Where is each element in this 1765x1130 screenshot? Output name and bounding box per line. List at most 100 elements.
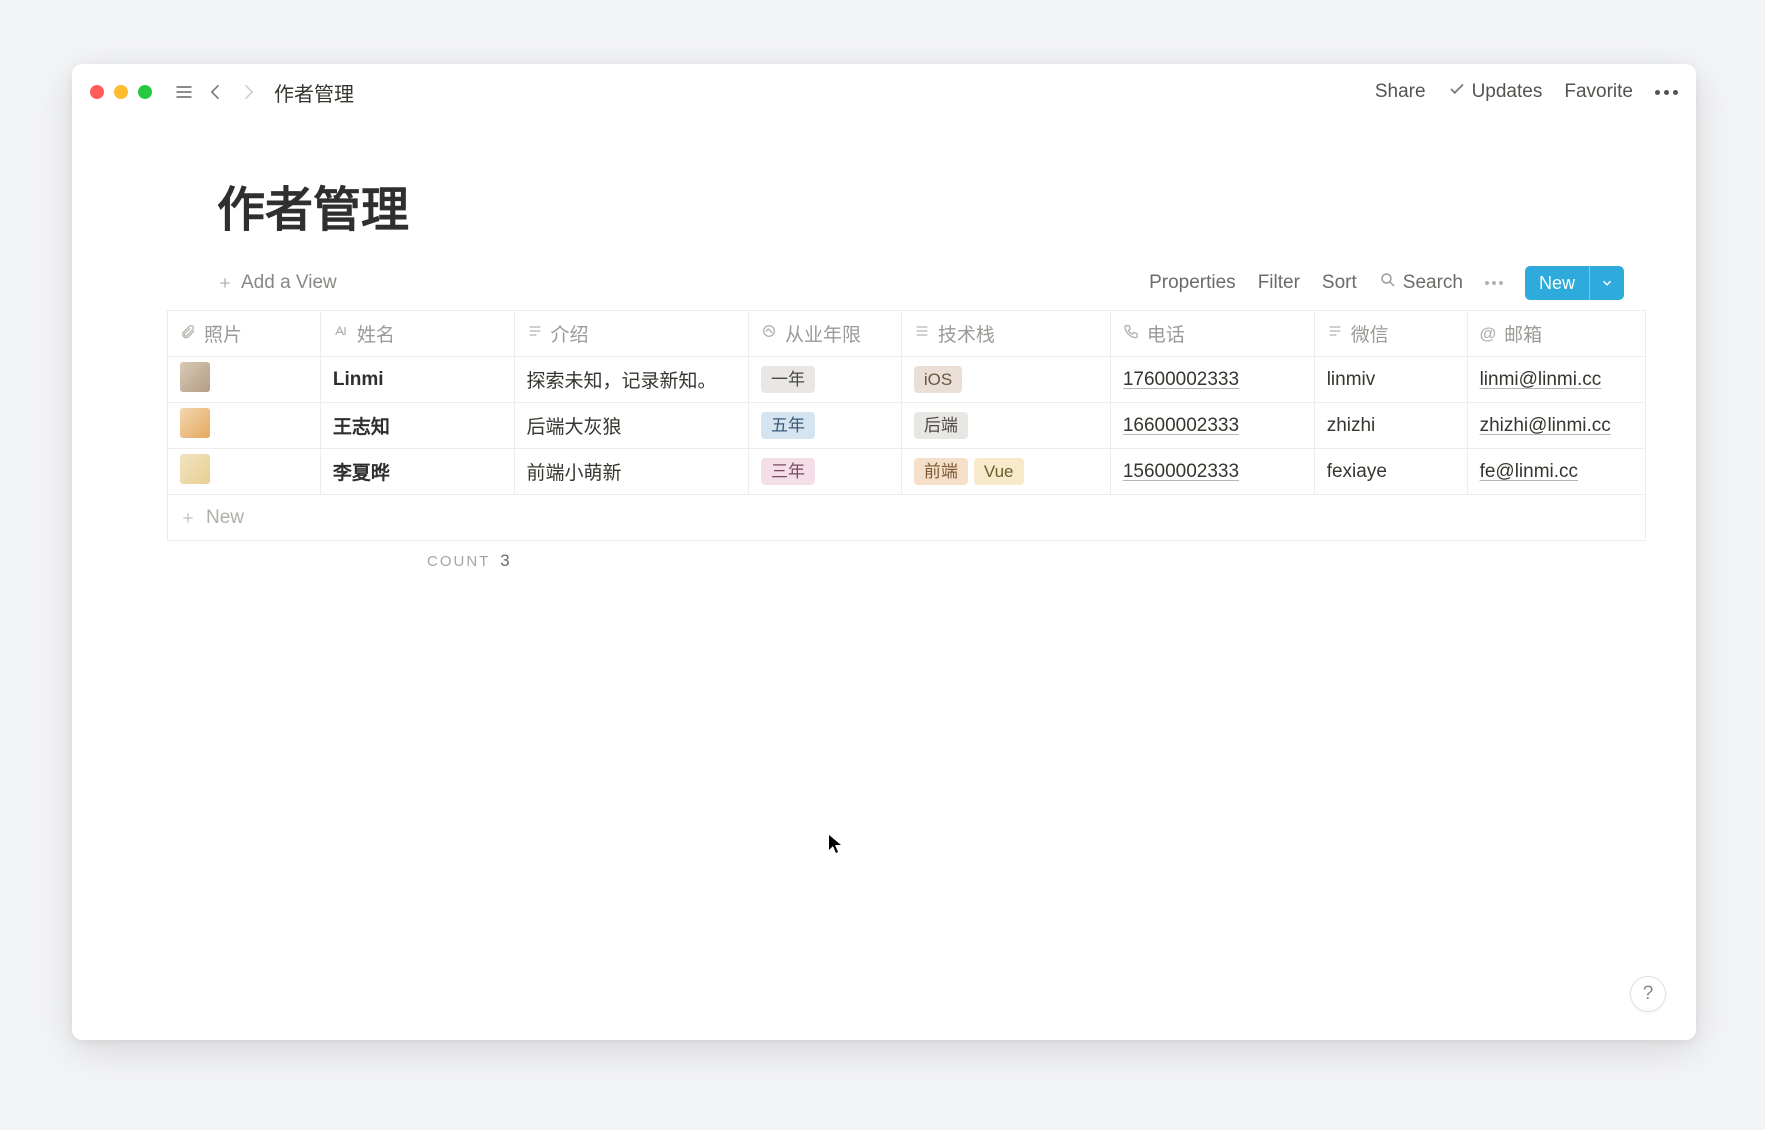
filter-button[interactable]: Filter	[1258, 272, 1300, 294]
column-label: 照片	[204, 320, 242, 347]
window-fullscreen-button[interactable]	[138, 85, 152, 99]
updates-button[interactable]: Updates	[1448, 80, 1543, 104]
column-header-name[interactable]: 姓名	[320, 311, 514, 357]
cell-intro[interactable]: 后端大灰狼	[514, 403, 748, 449]
count-label: COUNT	[427, 553, 490, 570]
search-label: Search	[1403, 272, 1463, 294]
column-label: 技术栈	[938, 320, 995, 347]
topbar: 作者管理 Share Updates Favorite	[72, 64, 1696, 120]
column-label: 姓名	[357, 320, 395, 347]
window-traffic-lights	[90, 85, 152, 99]
cursor-icon	[828, 834, 842, 854]
cell-years[interactable]: 三年	[748, 449, 901, 495]
multiselect-icon	[914, 323, 930, 345]
updates-label: Updates	[1472, 81, 1543, 103]
cell-stack[interactable]: 前端Vue	[901, 449, 1110, 495]
cell-stack[interactable]: 后端	[901, 403, 1110, 449]
avatar	[180, 454, 210, 484]
cell-wechat[interactable]: zhizhi	[1314, 403, 1467, 449]
tag: 后端	[914, 412, 968, 440]
title-icon	[333, 323, 349, 345]
app-window: 作者管理 Share Updates Favorite 作者管理 Add a V…	[72, 64, 1696, 1040]
tag: 前端	[914, 458, 968, 486]
favorite-button[interactable]: Favorite	[1564, 81, 1633, 103]
page-title: 作者管理	[72, 120, 1696, 266]
tag: iOS	[914, 366, 962, 394]
search-icon	[1379, 271, 1397, 295]
table-row[interactable]: 李夏晔前端小萌新三年前端Vue15600002333fexiayefe@linm…	[168, 449, 1646, 495]
database-table: 照片 姓名	[167, 310, 1646, 571]
cell-name[interactable]: 王志知	[320, 403, 514, 449]
cell-photo[interactable]	[168, 403, 321, 449]
cell-name[interactable]: Linmi	[320, 357, 514, 403]
new-button[interactable]: New	[1525, 266, 1624, 300]
email-icon: @	[1480, 324, 1497, 344]
cell-years[interactable]: 五年	[748, 403, 901, 449]
breadcrumb[interactable]: 作者管理	[274, 78, 354, 107]
tag: 三年	[761, 458, 815, 486]
cell-email[interactable]: linmi@linmi.cc	[1467, 357, 1645, 403]
cell-photo[interactable]	[168, 449, 321, 495]
avatar	[180, 408, 210, 438]
column-header-photo[interactable]: 照片	[168, 311, 321, 357]
phone-icon	[1123, 323, 1139, 345]
text-icon	[527, 323, 543, 345]
cell-name[interactable]: 李夏晔	[320, 449, 514, 495]
new-button-label: New	[1525, 273, 1589, 294]
help-button[interactable]: ?	[1630, 976, 1666, 1012]
tag: 五年	[761, 412, 815, 440]
database-toolbar: Add a View Properties Filter Sort Search…	[72, 266, 1696, 310]
column-header-phone[interactable]: 电话	[1110, 311, 1314, 357]
cell-stack[interactable]: iOS	[901, 357, 1110, 403]
select-icon	[761, 323, 777, 345]
search-button[interactable]: Search	[1379, 271, 1463, 295]
add-row-label: New	[206, 507, 244, 529]
more-options-button[interactable]	[1485, 281, 1503, 285]
window-close-button[interactable]	[90, 85, 104, 99]
share-button[interactable]: Share	[1375, 81, 1426, 103]
sidebar-toggle-icon[interactable]	[170, 78, 198, 106]
properties-button[interactable]: Properties	[1149, 272, 1236, 294]
window-minimize-button[interactable]	[114, 85, 128, 99]
cell-intro[interactable]: 探索未知，记录新知。	[514, 357, 748, 403]
add-row-button[interactable]: New	[167, 495, 1646, 541]
cell-phone[interactable]: 15600002333	[1110, 449, 1314, 495]
nav-forward-icon	[234, 78, 262, 106]
text-icon	[1327, 323, 1343, 345]
new-button-dropdown[interactable]	[1589, 266, 1624, 300]
cell-phone[interactable]: 17600002333	[1110, 357, 1314, 403]
column-header-email[interactable]: @ 邮箱	[1467, 311, 1645, 357]
attachment-icon	[180, 323, 196, 345]
column-label: 微信	[1351, 320, 1389, 347]
tag: Vue	[974, 458, 1024, 486]
add-view-button[interactable]: Add a View	[217, 272, 337, 294]
table-row[interactable]: 王志知后端大灰狼五年 后端 16600002333zhizhizhizhi@linm…	[168, 403, 1646, 449]
nav-back-icon[interactable]	[202, 78, 230, 106]
cell-email[interactable]: fe@linmi.cc	[1467, 449, 1645, 495]
column-label: 电话	[1147, 320, 1185, 347]
dots-icon	[1655, 90, 1678, 95]
cell-wechat[interactable]: linmiv	[1314, 357, 1467, 403]
cell-wechat[interactable]: fexiaye	[1314, 449, 1467, 495]
check-icon	[1448, 80, 1466, 104]
column-header-stack[interactable]: 技术栈	[901, 311, 1110, 357]
column-header-wechat[interactable]: 微信	[1314, 311, 1467, 357]
cell-email[interactable]: zhizhi@linmi.cc	[1467, 403, 1645, 449]
cell-intro[interactable]: 前端小萌新	[514, 449, 748, 495]
cell-phone[interactable]: 16600002333	[1110, 403, 1314, 449]
add-view-label: Add a View	[241, 272, 337, 294]
column-label: 从业年限	[785, 320, 861, 347]
cell-years[interactable]: 一年	[748, 357, 901, 403]
count-summary: COUNT 3	[427, 551, 1646, 571]
column-header-years[interactable]: 从业年限	[748, 311, 901, 357]
more-menu-button[interactable]	[1655, 90, 1678, 95]
cell-photo[interactable]	[168, 357, 321, 403]
table-row[interactable]: Linmi探索未知，记录新知。一年 iOS 17600002333linmivlin…	[168, 357, 1646, 403]
tag: 一年	[761, 366, 815, 394]
column-label: 邮箱	[1504, 320, 1542, 347]
column-header-intro[interactable]: 介绍	[514, 311, 748, 357]
dots-icon	[1485, 281, 1503, 285]
avatar	[180, 362, 210, 392]
sort-button[interactable]: Sort	[1322, 272, 1357, 294]
table-header-row: 照片 姓名	[168, 311, 1646, 357]
